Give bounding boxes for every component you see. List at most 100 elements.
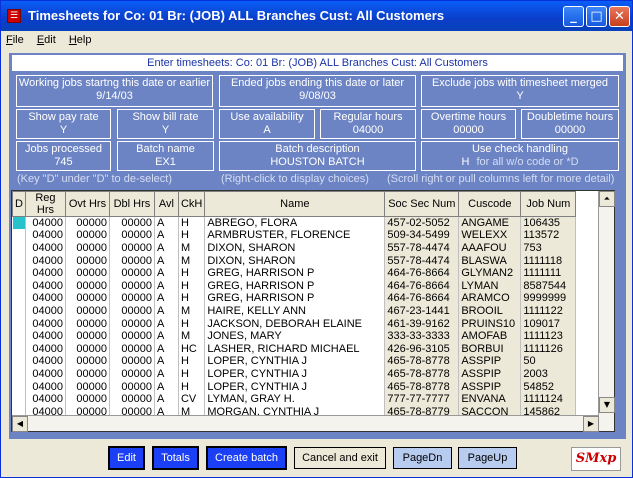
cell-ovt-hrs[interactable]: 00000: [65, 304, 110, 318]
cell-cuscode[interactable]: BLASWA: [458, 254, 522, 267]
cell-avl[interactable]: A: [154, 355, 179, 368]
cell-ovt-hrs[interactable]: 00000: [65, 317, 110, 330]
cell-ovt-hrs[interactable]: 00000: [65, 241, 110, 255]
cell-job-num[interactable]: 1111126: [520, 342, 577, 356]
app-icon[interactable]: ☰: [7, 9, 21, 23]
show-pay-rate-box[interactable]: Show pay rate Y: [16, 109, 111, 139]
title-bar[interactable]: ☰ Timesheets for Co: 01 Br: (JOB) ALL Br…: [1, 1, 632, 31]
cell-cuscode[interactable]: ASSPIP: [458, 367, 522, 381]
table-row[interactable]: 04000 00000 00000 A H LOPER, CYNTHIA J 465-78-…: [12, 355, 577, 368]
cell-reg-hrs[interactable]: 04000: [25, 229, 66, 242]
ended-jobs-box[interactable]: Ended jobs ending this date or later 9/0…: [219, 75, 416, 107]
cell-job-num[interactable]: 9999999: [520, 292, 577, 305]
cell-ckh[interactable]: HC: [178, 342, 206, 356]
cell-soc-sec-num[interactable]: 426-96-3105: [384, 342, 460, 356]
cell-job-num[interactable]: 1111124: [520, 392, 577, 406]
table-row[interactable]: 04000 00000 00000 A M DIXON, SHARON 557-78-447…: [12, 254, 577, 267]
cell-name[interactable]: JACKSON, DEBORAH ELAINE: [204, 317, 386, 330]
cell-ckh[interactable]: H: [178, 216, 206, 230]
cell-avl[interactable]: A: [154, 342, 179, 356]
column-header-cuscode[interactable]: Cuscode: [458, 191, 522, 217]
cell-d[interactable]: [12, 380, 26, 393]
working-jobs-box[interactable]: Working jobs startng this date or earlie…: [16, 75, 213, 107]
page-up-button[interactable]: PageUp: [458, 447, 517, 469]
cell-d[interactable]: [12, 304, 26, 318]
check-handling-value[interactable]: H: [461, 156, 469, 168]
cell-soc-sec-num[interactable]: 777-77-7777: [384, 392, 460, 406]
cell-dbl-hrs[interactable]: 00000: [109, 367, 155, 381]
cell-name[interactable]: HAIRE, KELLY ANN: [204, 304, 386, 318]
cell-d[interactable]: [12, 241, 26, 255]
cell-soc-sec-num[interactable]: 464-76-8664: [384, 279, 460, 293]
cell-job-num[interactable]: 2003: [520, 367, 577, 381]
cell-avl[interactable]: A: [154, 317, 179, 330]
regular-hours-box[interactable]: Regular hours 04000: [320, 109, 416, 139]
table-row[interactable]: 04000 00000 00000 A M JONES, MARY 333-33-3333 A…: [12, 329, 577, 343]
cell-reg-hrs[interactable]: 04000: [25, 317, 66, 330]
exclude-merged-box[interactable]: Exclude jobs with timesheet merged Y: [421, 75, 619, 107]
cell-ckh[interactable]: H: [178, 355, 206, 368]
cell-name[interactable]: LOPER, CYNTHIA J: [204, 380, 386, 393]
cell-avl[interactable]: A: [154, 216, 179, 230]
column-header-job-num[interactable]: Job Num: [520, 191, 577, 217]
cell-reg-hrs[interactable]: 04000: [25, 292, 66, 305]
cell-avl[interactable]: A: [154, 229, 179, 242]
use-availability-value[interactable]: A: [220, 124, 314, 137]
cell-cuscode[interactable]: ENVANA: [458, 392, 522, 406]
cell-dbl-hrs[interactable]: 00000: [109, 355, 155, 368]
cell-dbl-hrs[interactable]: 00000: [109, 241, 155, 255]
cell-d[interactable]: [12, 254, 26, 267]
table-row[interactable]: 04000 00000 00000 A H GREG, HARRISON P 464-76-…: [12, 266, 577, 280]
cell-job-num[interactable]: 1111118: [520, 254, 577, 267]
table-row[interactable]: 04000 00000 00000 A H ARMBRUSTER, FLORENCE 509…: [12, 229, 577, 242]
cell-job-num[interactable]: 1111122: [520, 304, 577, 318]
cell-dbl-hrs[interactable]: 00000: [109, 304, 155, 318]
cell-d[interactable]: [12, 292, 26, 305]
cell-dbl-hrs[interactable]: 00000: [109, 329, 155, 343]
cell-name[interactable]: LOPER, CYNTHIA J: [204, 355, 386, 368]
cell-ovt-hrs[interactable]: 00000: [65, 292, 110, 305]
cell-dbl-hrs[interactable]: 00000: [109, 254, 155, 267]
cell-d[interactable]: [12, 229, 26, 242]
cell-d[interactable]: [12, 266, 26, 280]
table-row[interactable]: 04000 00000 00000 A M DIXON, SHARON 557-78-447…: [12, 241, 577, 255]
cell-ovt-hrs[interactable]: 00000: [65, 342, 110, 356]
cell-reg-hrs[interactable]: 04000: [25, 367, 66, 381]
cell-name[interactable]: GREG, HARRISON P: [204, 266, 386, 280]
cell-soc-sec-num[interactable]: 464-76-8664: [384, 266, 460, 280]
table-row[interactable]: 04000 00000 00000 A CV LYMAN, GRAY H. 777-77-7…: [12, 392, 577, 406]
cell-ovt-hrs[interactable]: 00000: [65, 392, 110, 406]
cell-name[interactable]: DIXON, SHARON: [204, 241, 386, 255]
cell-cuscode[interactable]: ANGAME: [458, 216, 522, 230]
cell-job-num[interactable]: 106435: [520, 216, 577, 230]
cell-dbl-hrs[interactable]: 00000: [109, 292, 155, 305]
cell-ovt-hrs[interactable]: 00000: [65, 380, 110, 393]
cell-name[interactable]: JONES, MARY: [204, 329, 386, 343]
cell-avl[interactable]: A: [154, 254, 179, 267]
batch-description-box[interactable]: Batch description HOUSTON BATCH: [219, 141, 416, 171]
cell-ovt-hrs[interactable]: 00000: [65, 229, 110, 242]
scroll-top-icon[interactable]: ⏶: [599, 191, 615, 207]
cell-ovt-hrs[interactable]: 00000: [65, 367, 110, 381]
totals-button[interactable]: Totals: [152, 446, 199, 470]
cell-soc-sec-num[interactable]: 557-78-4474: [384, 254, 460, 267]
scroll-right-icon[interactable]: ▶: [583, 416, 599, 432]
cancel-exit-button[interactable]: Cancel and exit: [294, 447, 386, 469]
cell-name[interactable]: GREG, HARRISON P: [204, 279, 386, 293]
cell-soc-sec-num[interactable]: 465-78-8778: [384, 380, 460, 393]
cell-dbl-hrs[interactable]: 00000: [109, 229, 155, 242]
close-button[interactable]: ✕: [609, 6, 630, 27]
cell-cuscode[interactable]: AAAFOU: [458, 241, 522, 255]
cell-ckh[interactable]: H: [178, 317, 206, 330]
cell-ckh[interactable]: M: [178, 329, 206, 343]
cell-cuscode[interactable]: AMOFAB: [458, 329, 522, 343]
cell-ckh[interactable]: H: [178, 229, 206, 242]
cell-ckh[interactable]: M: [178, 241, 206, 255]
menu-file[interactable]: File: [1, 31, 29, 49]
column-header-avl[interactable]: Avl: [153, 191, 179, 217]
cell-d[interactable]: [12, 279, 26, 293]
cell-ckh[interactable]: H: [178, 266, 206, 280]
cell-d[interactable]: [12, 216, 26, 230]
table-row[interactable]: 04000 00000 00000 A H LOPER, CYNTHIA J 465-78-…: [12, 380, 577, 393]
cell-ckh[interactable]: M: [178, 304, 206, 318]
